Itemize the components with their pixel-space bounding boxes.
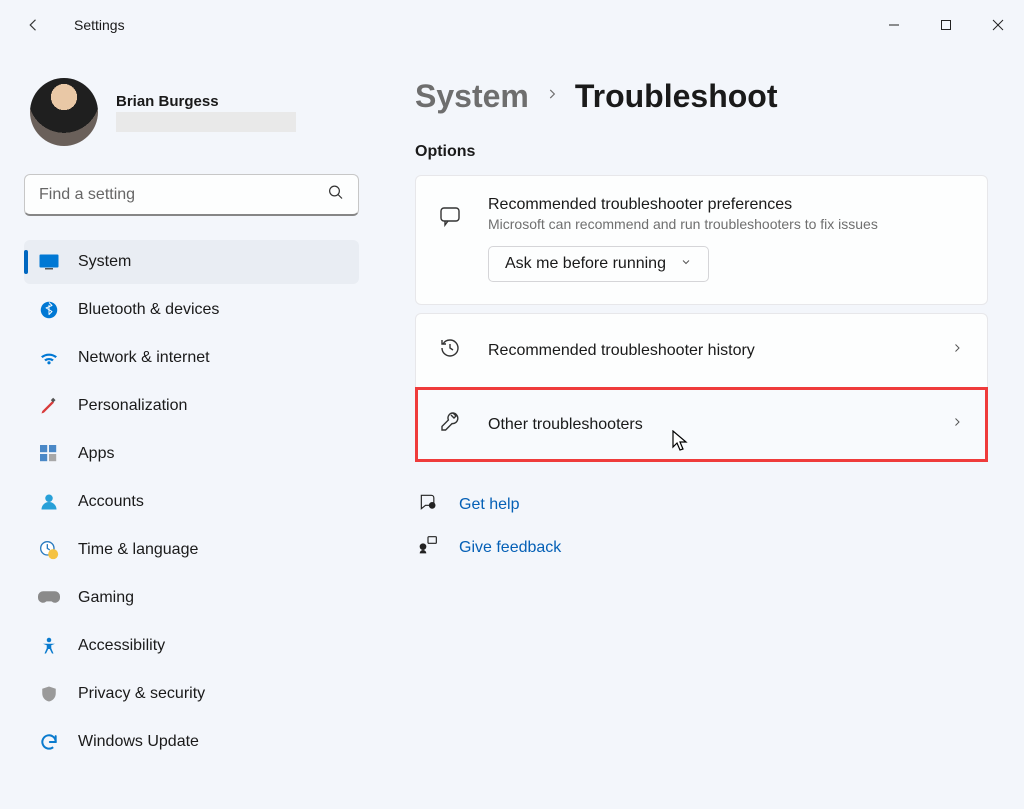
history-row[interactable]: Recommended troubleshooter history [416, 314, 987, 387]
search-input[interactable] [24, 174, 359, 216]
nav-label: Time & language [78, 541, 198, 559]
other-troubleshooters-row[interactable]: Other troubleshooters [416, 388, 987, 461]
nav-apps[interactable]: Apps [24, 432, 359, 476]
nav-bluetooth[interactable]: Bluetooth & devices [24, 288, 359, 332]
app-title: Settings [74, 17, 125, 33]
help-icon: ? [417, 492, 439, 517]
nav-gaming[interactable]: Gaming [24, 576, 359, 620]
close-button[interactable] [972, 0, 1024, 50]
main-content: System Troubleshoot Options Recommended … [373, 50, 1024, 809]
back-button[interactable] [22, 13, 46, 37]
nav-label: Network & internet [78, 349, 210, 367]
apps-icon [38, 443, 60, 465]
window-controls [868, 0, 1024, 50]
history-label: Recommended troubleshooter history [488, 342, 927, 360]
title-bar: Settings [0, 0, 1024, 50]
history-icon [438, 336, 464, 365]
nav-label: System [78, 253, 131, 271]
give-feedback-link[interactable]: Give feedback [417, 535, 988, 560]
nav-system[interactable]: System [24, 240, 359, 284]
accessibility-icon [38, 635, 60, 657]
profile-name: Brian Burgess [116, 93, 296, 110]
nav-label: Gaming [78, 589, 134, 607]
shield-icon [38, 683, 60, 705]
prefs-title: Recommended troubleshooter preferences [488, 196, 963, 214]
prefs-dropdown[interactable]: Ask me before running [488, 246, 709, 282]
minimize-button[interactable] [868, 0, 920, 50]
nav-windows-update[interactable]: Windows Update [24, 720, 359, 764]
person-icon [38, 491, 60, 513]
options-card: Recommended troubleshooter history Other… [415, 313, 988, 462]
gamepad-icon [38, 587, 60, 609]
nav-label: Privacy & security [78, 685, 205, 703]
chevron-right-icon [545, 85, 559, 108]
nav-network[interactable]: Network & internet [24, 336, 359, 380]
chevron-right-icon [951, 341, 963, 360]
nav-list: System Bluetooth & devices Network & int… [24, 240, 359, 764]
nav-time-language[interactable]: Time & language [24, 528, 359, 572]
prefs-card: Recommended troubleshooter preferences M… [415, 175, 988, 305]
wrench-icon [438, 410, 464, 439]
nav-label: Accounts [78, 493, 144, 511]
sidebar: Brian Burgess System Bluetooth & devices… [0, 50, 373, 809]
nav-label: Bluetooth & devices [78, 301, 219, 319]
dropdown-value: Ask me before running [505, 255, 666, 273]
comment-icon [438, 204, 464, 233]
nav-label: Apps [78, 445, 114, 463]
link-label: Give feedback [459, 539, 561, 557]
chevron-down-icon [680, 255, 692, 273]
profile[interactable]: Brian Burgess [30, 78, 359, 146]
nav-label: Windows Update [78, 733, 199, 751]
profile-email-redacted [116, 112, 296, 132]
other-label: Other troubleshooters [488, 416, 927, 434]
display-icon [38, 251, 60, 273]
breadcrumb-root[interactable]: System [415, 78, 529, 115]
section-title: Options [415, 143, 988, 161]
nav-privacy[interactable]: Privacy & security [24, 672, 359, 716]
nav-personalization[interactable]: Personalization [24, 384, 359, 428]
wifi-icon [38, 347, 60, 369]
help-links: ? Get help Give feedback [415, 492, 988, 560]
bluetooth-icon [38, 299, 60, 321]
nav-label: Accessibility [78, 637, 165, 655]
nav-label: Personalization [78, 397, 187, 415]
update-icon [38, 731, 60, 753]
breadcrumb-current: Troubleshoot [575, 78, 778, 115]
svg-text:?: ? [431, 504, 434, 510]
breadcrumb: System Troubleshoot [415, 78, 988, 115]
clock-globe-icon [38, 539, 60, 561]
get-help-link[interactable]: ? Get help [417, 492, 988, 517]
chevron-right-icon [951, 415, 963, 434]
maximize-button[interactable] [920, 0, 972, 50]
prefs-subtitle: Microsoft can recommend and run troubles… [488, 216, 963, 232]
avatar [30, 78, 98, 146]
link-label: Get help [459, 496, 519, 514]
feedback-icon [417, 535, 439, 560]
paintbrush-icon [38, 395, 60, 417]
nav-accounts[interactable]: Accounts [24, 480, 359, 524]
nav-accessibility[interactable]: Accessibility [24, 624, 359, 668]
